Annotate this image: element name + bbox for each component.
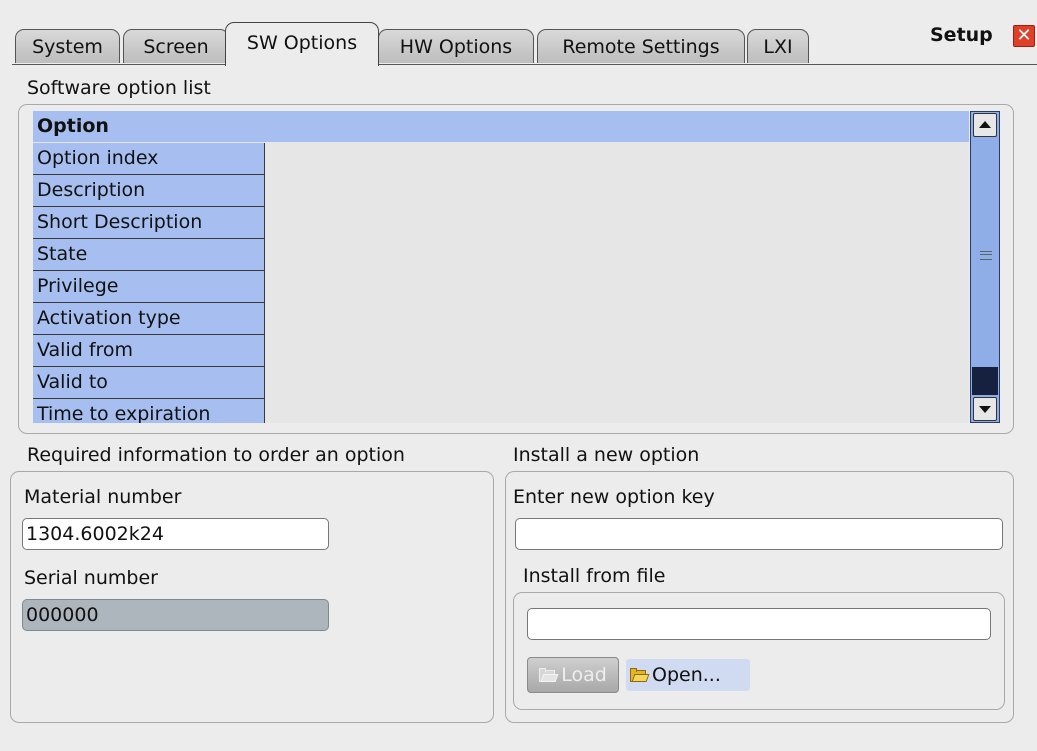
tab-hw-options[interactable]: HW Options: [378, 29, 534, 63]
row-header-valid-to[interactable]: Valid to: [33, 367, 265, 399]
option-table-rows: Option index Description Short Descripti…: [33, 143, 265, 423]
material-number-field[interactable]: 1304.6002k24: [22, 518, 329, 550]
tab-screen[interactable]: Screen: [123, 29, 229, 63]
tab-baseline: [12, 64, 1037, 65]
scroll-thumb[interactable]: [972, 367, 998, 395]
load-button-label: Load: [561, 664, 607, 686]
order-info-panel: [10, 471, 494, 723]
option-key-input[interactable]: [515, 518, 1003, 550]
option-list-scrollbar[interactable]: [970, 111, 1000, 423]
row-header-option-index[interactable]: Option index: [33, 143, 265, 175]
folder-open-icon: [630, 668, 650, 682]
option-key-label: Enter new option key: [513, 486, 715, 508]
row-header-state[interactable]: State: [33, 239, 265, 271]
row-header-time-to-expiration[interactable]: Time to expiration: [33, 399, 265, 423]
order-info-label: Required information to order an option: [27, 444, 405, 466]
row-header-short-description[interactable]: Short Description: [33, 207, 265, 239]
serial-number-label: Serial number: [24, 567, 158, 589]
option-list-label: Software option list: [27, 77, 211, 99]
install-from-file-label: Install from file: [523, 565, 666, 587]
row-header-description[interactable]: Description: [33, 175, 265, 207]
tab-bar: System Screen SW Options HW Options Remo…: [0, 0, 1037, 66]
scroll-grip-icon[interactable]: [980, 251, 992, 260]
load-button: Load: [527, 657, 619, 693]
arrow-up-icon: [979, 121, 991, 128]
open-button[interactable]: Open...: [626, 659, 750, 691]
open-button-label: Open...: [652, 664, 721, 686]
install-option-label: Install a new option: [513, 444, 700, 466]
row-header-privilege[interactable]: Privilege: [33, 271, 265, 303]
scroll-up-button[interactable]: [973, 113, 997, 137]
close-icon[interactable]: ✕: [1013, 25, 1035, 47]
dialog-title: Setup: [930, 24, 993, 46]
tab-system[interactable]: System: [15, 29, 120, 63]
tab-remote-settings[interactable]: Remote Settings: [537, 29, 745, 63]
arrow-down-icon: [979, 406, 991, 413]
serial-number-field: 000000: [22, 599, 329, 631]
option-table-header[interactable]: Option: [33, 111, 969, 142]
option-table[interactable]: Option Option index Description Short De…: [33, 111, 969, 423]
row-header-valid-from[interactable]: Valid from: [33, 335, 265, 367]
row-header-activation-type[interactable]: Activation type: [33, 303, 265, 335]
material-number-label: Material number: [24, 486, 182, 508]
load-folder-icon: [539, 668, 559, 682]
tab-sw-options[interactable]: SW Options: [225, 22, 379, 66]
scroll-down-button[interactable]: [973, 397, 997, 421]
install-file-input[interactable]: [527, 608, 991, 640]
tab-lxi[interactable]: LXI: [747, 29, 809, 63]
